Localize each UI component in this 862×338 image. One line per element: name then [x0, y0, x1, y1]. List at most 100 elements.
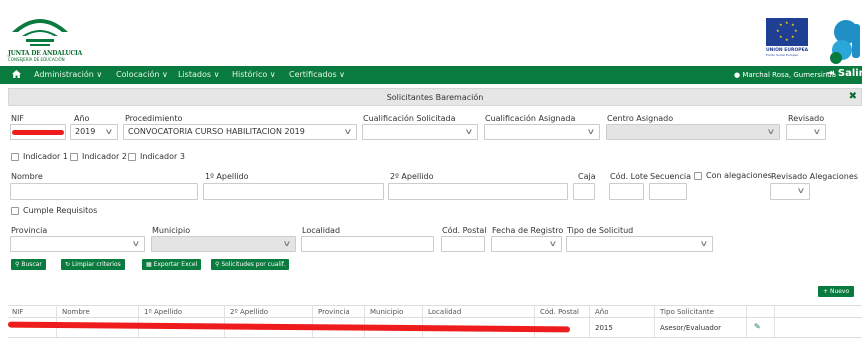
- chevron-down-icon: ∨: [699, 239, 709, 248]
- search-icon: ⚲: [215, 261, 220, 268]
- provincia-select[interactable]: ∨: [10, 236, 145, 252]
- con-alegaciones-label: Con alegaciones: [706, 171, 772, 180]
- apellido2-input[interactable]: [388, 183, 568, 200]
- edit-icon[interactable]: ✎: [754, 322, 761, 331]
- cumple-requisitos-label: Cumple Requisitos: [23, 206, 98, 215]
- anio-select[interactable]: 2019 ∨: [70, 124, 118, 140]
- row-redaction: [7, 321, 571, 333]
- cell-anio: 2015: [595, 324, 613, 332]
- panel-titlebar: Solicitantes Baremación ✖: [8, 88, 862, 106]
- cod-lote-label: Cód. Lote: [610, 172, 648, 181]
- nuevo-button[interactable]: + Nuevo: [818, 286, 855, 297]
- nav-colocacion[interactable]: Colocación ∨: [116, 70, 168, 79]
- localidad-label: Localidad: [302, 226, 341, 235]
- main-navbar: Administración ∨ Colocación ∨ Listados ∨…: [0, 66, 862, 84]
- column-header-localidad[interactable]: Localidad: [428, 308, 461, 316]
- procedimiento-label: Procedimiento: [125, 114, 183, 123]
- nombre-input[interactable]: [10, 183, 198, 200]
- revisado-alegaciones-select[interactable]: ∨: [770, 183, 810, 200]
- column-header-nif[interactable]: NIF: [12, 308, 23, 316]
- cumple-requisitos-checkbox[interactable]: [11, 207, 19, 215]
- cualificacion-solicitada-select[interactable]: ∨: [362, 124, 478, 140]
- column-header-municipio[interactable]: Municipio: [370, 308, 403, 316]
- tipo-solicitud-select[interactable]: ∨: [566, 236, 713, 252]
- table-row[interactable]: 2015 Asesor/Evaluador ✎: [7, 318, 862, 338]
- cod-lote-input[interactable]: [609, 183, 644, 200]
- column-header-anio[interactable]: Año: [595, 308, 609, 316]
- andalucia-a-logo: [826, 16, 862, 64]
- nav-listados[interactable]: Listados ∨: [178, 70, 219, 79]
- nombre-label: Nombre: [11, 172, 43, 181]
- localidad-input[interactable]: [301, 236, 434, 252]
- cod-postal-input[interactable]: [441, 236, 485, 252]
- search-icon: ⚲: [15, 261, 20, 268]
- chevron-down-icon: ∨: [343, 127, 353, 136]
- indicador-2-checkbox[interactable]: [70, 153, 78, 161]
- con-alegaciones-checkbox[interactable]: [694, 172, 702, 180]
- chevron-down-icon: ∨: [131, 239, 141, 248]
- exportar-excel-button[interactable]: ▦ Exportar Excel: [142, 259, 202, 270]
- org-subtitle: CONSEJERÍA DE EDUCACIÓN: [8, 57, 65, 62]
- municipio-select[interactable]: ∨: [151, 236, 296, 252]
- org-name: JUNTA DE ANDALUCIA: [8, 50, 83, 57]
- junta-andalucia-logo: JUNTA DE ANDALUCIA CONSEJERÍA DE EDUCACI…: [8, 12, 82, 62]
- nav-certificados[interactable]: Certificados ∨: [289, 70, 345, 79]
- centro-asignado-label: Centro Asignado: [607, 114, 674, 123]
- anio-value: 2019: [75, 127, 96, 136]
- caja-input[interactable]: [573, 183, 595, 200]
- apellido1-label: 1º Apellido: [205, 172, 249, 181]
- revisado-alegaciones-label: Revisado Alegaciones: [771, 172, 858, 181]
- buscar-button[interactable]: ⚲ Buscar: [11, 259, 46, 270]
- nif-label: NIF: [11, 114, 24, 123]
- logout-button[interactable]: ⇥ Salir: [826, 68, 862, 79]
- chevron-down-icon: ∨: [586, 127, 596, 136]
- caja-label: Caja: [578, 172, 596, 181]
- indicador-3-label: Indicador 3: [140, 152, 185, 161]
- chevron-down-icon: ∨: [104, 127, 114, 136]
- procedimiento-select[interactable]: CONVOCATORIA CURSO HABILITACION 2019 ∨: [123, 124, 357, 140]
- indicador-3-checkbox[interactable]: [128, 153, 136, 161]
- logout-icon: ⇥: [826, 68, 835, 79]
- nuevo-label: Nuevo: [829, 288, 850, 295]
- eu-flag-icon: ★ ★ ★ ★ ★ ★ ★ ★: [766, 18, 808, 46]
- column-header-provincia[interactable]: Provincia: [318, 308, 350, 316]
- apellido1-input[interactable]: [203, 183, 384, 200]
- chevron-down-icon: ∨: [766, 127, 776, 136]
- provincia-label: Provincia: [11, 226, 48, 235]
- indicador-1-checkbox[interactable]: [11, 153, 19, 161]
- plus-icon: +: [823, 288, 829, 295]
- eu-logo: ★ ★ ★ ★ ★ ★ ★ ★ UNIÓN EUROPEA Fondo Soci…: [766, 18, 808, 62]
- close-icon[interactable]: ✖: [849, 91, 857, 102]
- chevron-down-icon: ∨: [282, 239, 292, 248]
- fecha-registro-select[interactable]: ∨: [491, 236, 562, 252]
- solicitudes-cualif-button[interactable]: ⚲ Solicitudes por cualif.: [211, 259, 290, 270]
- cualificacion-solicitada-label: Cualificación Solicitada: [363, 114, 456, 123]
- nav-historico[interactable]: Histórico ∨: [232, 70, 276, 79]
- user-name: Marchal Rosa, Gumersinda: [742, 71, 836, 79]
- cod-postal-label: Cód. Postal: [442, 226, 487, 235]
- secuencia-input[interactable]: [649, 183, 687, 200]
- nav-administracion[interactable]: Administración ∨: [34, 70, 102, 79]
- cualificacion-asignada-select[interactable]: ∨: [484, 124, 600, 140]
- procedimiento-value: CONVOCATORIA CURSO HABILITACION 2019: [128, 127, 305, 136]
- centro-asignado-select[interactable]: ∨: [606, 124, 780, 140]
- column-header-nombre[interactable]: Nombre: [62, 308, 90, 316]
- column-header-tipo-solicitante[interactable]: Tipo Solicitante: [660, 308, 714, 316]
- home-icon[interactable]: [12, 70, 21, 80]
- limpiar-criterios-button[interactable]: ↻ Limpiar criterios: [61, 259, 125, 270]
- column-header-apellido1[interactable]: 1º Apellido: [144, 308, 182, 316]
- column-header-apellido2[interactable]: 2º Apellido: [230, 308, 268, 316]
- page-header: JUNTA DE ANDALUCIA CONSEJERÍA DE EDUCACI…: [0, 0, 862, 66]
- user-icon: ●: [734, 71, 741, 79]
- revisado-select[interactable]: ∨: [786, 124, 826, 140]
- nif-redaction: [12, 130, 64, 135]
- tipo-solicitud-label: Tipo de Solicitud: [567, 226, 634, 235]
- panel-title: Solicitantes Baremación: [386, 93, 484, 102]
- current-user[interactable]: ● Marchal Rosa, Gumersinda: [734, 71, 836, 79]
- apellido2-label: 2º Apellido: [390, 172, 434, 181]
- export-icon: ▦: [146, 261, 152, 268]
- column-header-cod-postal[interactable]: Cód. Postal: [540, 308, 579, 316]
- fecha-registro-label: Fecha de Registro: [492, 226, 564, 235]
- chevron-down-icon: ∨: [812, 127, 822, 136]
- chevron-down-icon: ∨: [548, 239, 558, 248]
